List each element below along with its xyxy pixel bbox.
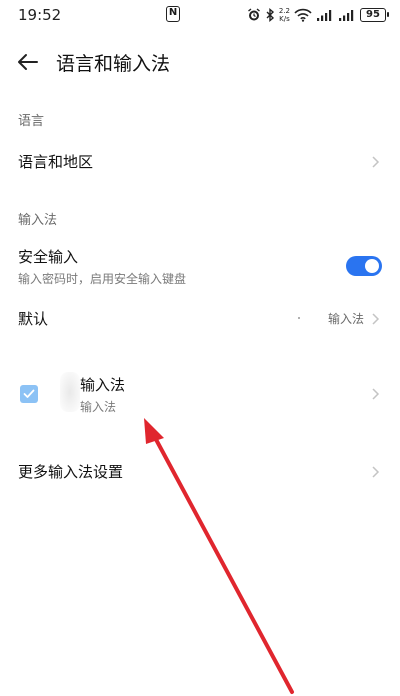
toggle-knob — [365, 259, 379, 273]
network-speed-value: 2.2 — [278, 7, 290, 15]
chevron-right-icon — [372, 313, 380, 325]
default-ime-title: 默认 — [18, 310, 49, 328]
dot-mark — [298, 317, 300, 319]
signal-icon — [316, 9, 334, 22]
more-ime-settings-title: 更多输入法设置 — [18, 463, 124, 481]
secure-input-subtitle: 输入密码时，启用安全输入键盘 — [18, 272, 187, 286]
page-title: 语言和输入法 — [56, 53, 171, 75]
ime-app-icon — [60, 372, 80, 412]
ime-subtitle: 输入法 — [80, 400, 117, 414]
secure-input-title: 安全输入 — [18, 248, 79, 266]
ime-title: 输入法 — [80, 376, 126, 394]
back-arrow-icon — [18, 54, 38, 70]
chevron-right-icon — [372, 466, 380, 478]
chevron-right-icon — [372, 156, 380, 168]
network-speed: 2.2 K/s — [279, 7, 290, 23]
more-ime-settings-row[interactable]: 更多输入法设置 — [0, 452, 400, 492]
chevron-right-icon — [372, 388, 380, 400]
secure-input-toggle[interactable] — [346, 256, 382, 276]
battery-icon: 95 — [360, 8, 389, 22]
nfc-icon: N — [166, 6, 180, 22]
default-ime-row[interactable]: 默认 输入法 — [0, 300, 400, 340]
page-header: 语言和输入法 — [0, 40, 400, 84]
checkmark-icon — [23, 389, 35, 398]
alarm-icon — [247, 8, 261, 22]
ime-checkbox[interactable] — [20, 385, 38, 403]
annotation-arrow — [144, 418, 294, 694]
network-speed-unit: K/s — [279, 15, 290, 23]
bluetooth-icon — [265, 8, 275, 22]
section-label-language: 语言 — [18, 114, 45, 129]
status-time: 19:52 — [18, 6, 62, 24]
ime-row[interactable]: 输入法 输入法 — [0, 368, 400, 420]
language-region-title: 语言和地区 — [18, 153, 94, 171]
language-region-row[interactable]: 语言和地区 — [0, 142, 400, 182]
secure-input-row: 安全输入 输入密码时，启用安全输入键盘 — [0, 240, 400, 292]
wifi-icon — [294, 8, 312, 22]
signal-icon — [338, 9, 356, 22]
status-bar: 19:52 N 2.2 K/s 95 — [0, 0, 400, 30]
default-ime-value: 输入法 — [327, 312, 364, 326]
back-button[interactable] — [12, 48, 44, 76]
status-icons: 2.2 K/s 95 — [247, 5, 389, 25]
section-label-input: 输入法 — [18, 213, 58, 228]
